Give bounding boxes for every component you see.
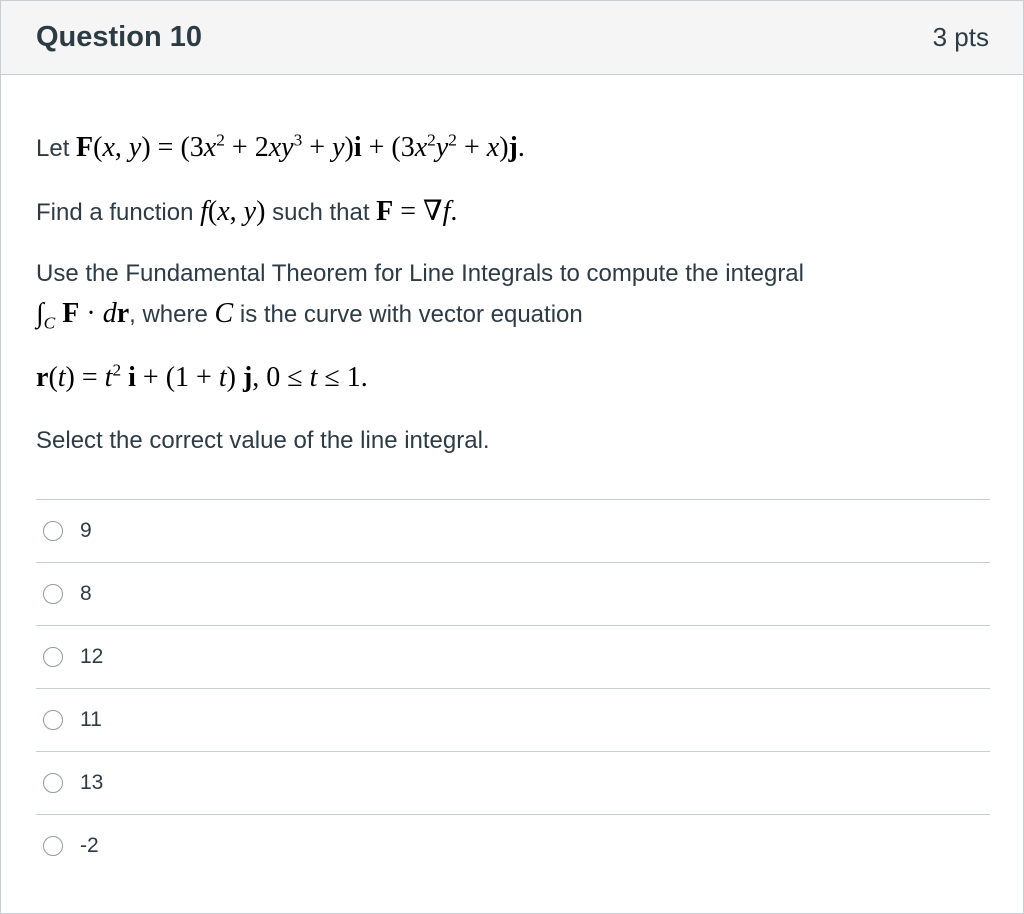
answer-label: 11 xyxy=(80,708,102,731)
question-line-instruction: Select the correct value of the line int… xyxy=(36,427,490,454)
potential-function-math: f(x, y) xyxy=(200,196,266,227)
answer-option[interactable]: -2 xyxy=(36,814,990,877)
radio-button-icon[interactable] xyxy=(43,647,63,667)
question-line-curve-equation: r(t) = t2 i + (1 + t) j, 0 ≤ t ≤ 1. xyxy=(36,361,368,396)
curve-equation-math: r(t) = t2 i + (1 + t) j, 0 ≤ t ≤ 1. xyxy=(36,360,368,393)
vector-field-formula: F(x, y) = (3x2 + 2xy3 + y)i + (3x2y2 + x… xyxy=(76,130,525,163)
question-title: Question 10 xyxy=(36,21,202,53)
question-line-field-definition: Let F(x, y) = (3x2 + 2xy3 + y)i + (3x2y2… xyxy=(36,130,525,163)
radio-button-icon[interactable] xyxy=(43,584,63,604)
gradient-equation-math: F = ∇f. xyxy=(376,196,458,227)
answer-label: 13 xyxy=(80,771,104,794)
answer-label: 8 xyxy=(80,582,92,605)
question-points: 3 pts xyxy=(932,22,989,52)
radio-button-icon[interactable] xyxy=(43,710,63,730)
question-line-integral: ∫C F · dr, where C is the curve with vec… xyxy=(36,298,583,333)
radio-button-icon[interactable] xyxy=(43,521,63,541)
question-header: Question 10 3 pts xyxy=(1,1,1023,75)
line-integral-math: ∫C F · dr xyxy=(36,298,130,333)
answer-option[interactable]: 9 xyxy=(36,499,990,562)
curve-symbol-math: C xyxy=(214,298,234,329)
radio-button-icon[interactable] xyxy=(43,773,63,793)
answer-option[interactable]: 11 xyxy=(36,688,990,751)
radio-button-icon[interactable] xyxy=(43,836,63,856)
answer-label: 9 xyxy=(80,519,92,542)
answer-list: 9 8 12 11 13 -2 xyxy=(36,499,990,877)
question-line-find-function: Find a function f(x, y) such that F = ∇f… xyxy=(36,196,458,227)
answer-option[interactable]: 12 xyxy=(36,625,990,688)
question-card: Question 10 3 pts Let F(x, y) = (3x2 + 2… xyxy=(0,0,1024,914)
answer-label: 12 xyxy=(80,645,104,668)
answer-option[interactable]: 13 xyxy=(36,751,990,814)
question-line-theorem: Use the Fundamental Theorem for Line Int… xyxy=(36,260,804,287)
answer-option[interactable]: 8 xyxy=(36,562,990,625)
answer-label: -2 xyxy=(80,834,99,857)
